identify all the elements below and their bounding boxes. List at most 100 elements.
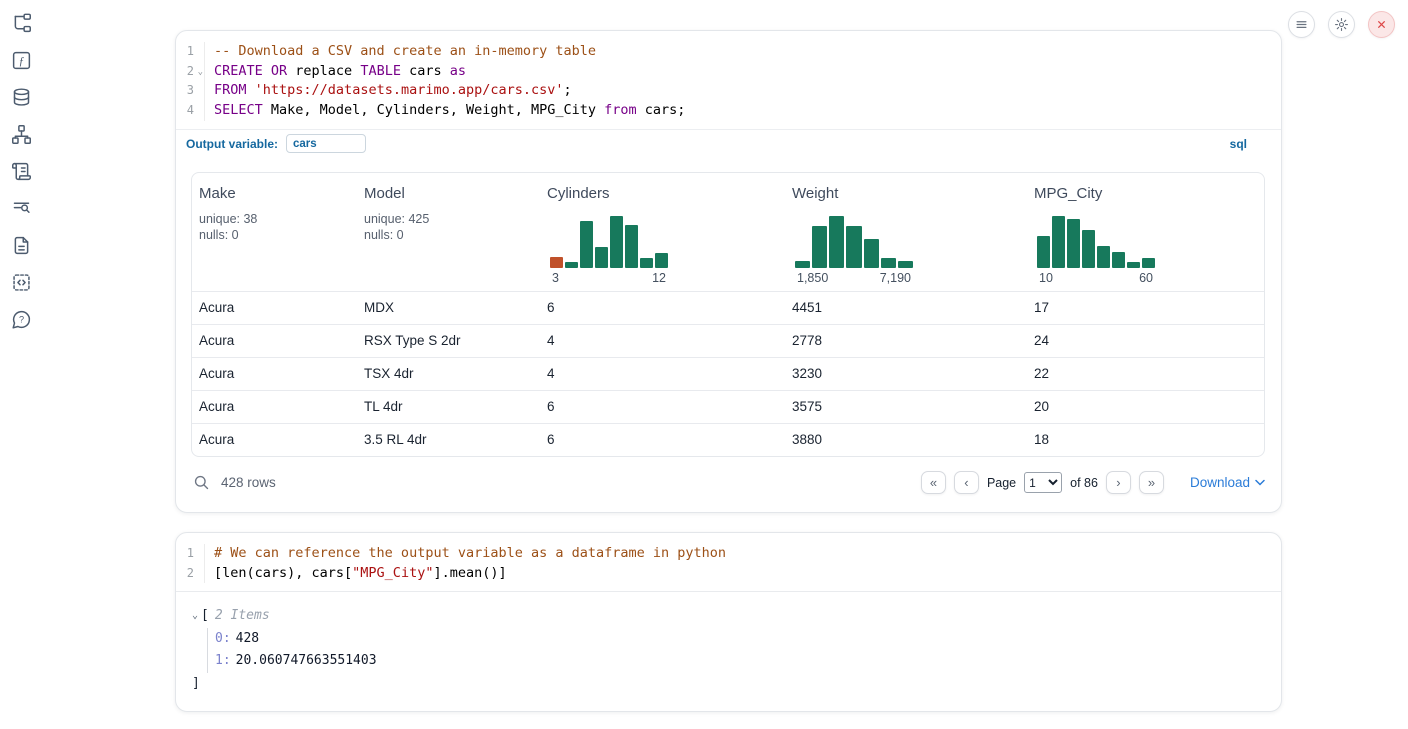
histogram-bar[interactable] xyxy=(610,216,623,268)
histogram-bar[interactable] xyxy=(1037,236,1050,268)
table-header-row: Makeunique: 38nulls: 0Modelunique: 425nu… xyxy=(192,173,1264,291)
column-header-make[interactable]: Makeunique: 38nulls: 0 xyxy=(192,173,357,291)
histogram-bar[interactable] xyxy=(1112,252,1125,268)
histogram-bar[interactable] xyxy=(595,247,608,268)
output-variable-input[interactable] xyxy=(286,134,366,153)
shutdown-button[interactable] xyxy=(1368,11,1395,38)
column-header-model[interactable]: Modelunique: 425nulls: 0 xyxy=(357,173,540,291)
column-header-mpg_city[interactable]: MPG_City 1060 xyxy=(1027,173,1265,291)
python-code-editor[interactable]: 1# We can reference the output variable … xyxy=(176,533,1281,591)
histogram-min-label: 3 xyxy=(552,271,559,285)
table-cell: Acura xyxy=(192,300,357,315)
histogram-bar[interactable] xyxy=(1097,246,1110,268)
histogram-bar[interactable] xyxy=(640,258,653,268)
histogram-bar[interactable] xyxy=(881,258,896,268)
menu-button[interactable] xyxy=(1288,11,1315,38)
histogram-bar[interactable] xyxy=(795,261,810,268)
sidebar-item-variables[interactable]: ƒ xyxy=(10,49,32,71)
first-page-button[interactable]: « xyxy=(921,471,946,494)
table-cell: Acura xyxy=(192,366,357,381)
histogram-bar[interactable] xyxy=(1127,262,1140,268)
sidebar-item-datasources[interactable] xyxy=(10,86,32,108)
code-token: TABLE xyxy=(360,63,401,79)
table-cell: TSX 4dr xyxy=(357,366,540,381)
chevron-down-icon xyxy=(1255,479,1265,486)
sidebar-item-documentation[interactable] xyxy=(10,234,32,256)
collapse-chevron-icon[interactable]: ⌄ xyxy=(192,605,198,628)
code-token: Make, Model, Cylinders, Weight, MPG_City xyxy=(263,102,604,118)
table-cell: Acura xyxy=(192,333,357,348)
table-cell: 22 xyxy=(1027,366,1265,381)
histogram-bar[interactable] xyxy=(846,226,861,268)
table-row[interactable]: Acura3.5 RL 4dr6388018 xyxy=(192,423,1264,456)
histogram-bar[interactable] xyxy=(655,253,668,268)
histogram-axis: 1060 xyxy=(1037,271,1155,285)
code-token: [len(cars), cars[ xyxy=(214,565,352,581)
table-row[interactable]: AcuraTSX 4dr4323022 xyxy=(192,357,1264,390)
settings-button[interactable] xyxy=(1328,11,1355,38)
histogram-bar[interactable] xyxy=(864,239,879,268)
language-badge[interactable]: sql xyxy=(1230,137,1247,151)
python-output: ⌄ [ 2 Items 0:4281:20.060747663551403 ] xyxy=(176,591,1281,695)
histogram-axis: 1,8507,190 xyxy=(795,271,913,285)
column-header-cylinders[interactable]: Cylinders312 xyxy=(540,173,785,291)
fold-indicator-icon[interactable]: ⌄ xyxy=(198,63,203,83)
table-cell: 17 xyxy=(1027,300,1265,315)
page-of-label: of 86 xyxy=(1070,476,1098,490)
download-button[interactable]: Download xyxy=(1190,475,1265,490)
row-count: 428 rows xyxy=(221,475,276,490)
histogram-bar[interactable] xyxy=(580,221,593,268)
table-cell: 18 xyxy=(1027,432,1265,447)
table-cell: 6 xyxy=(540,300,785,315)
last-page-button[interactable]: » xyxy=(1139,471,1164,494)
code-token xyxy=(247,82,255,98)
column-header-weight[interactable]: Weight1,8507,190 xyxy=(785,173,1027,291)
code-token: 'https://datasets.marimo.app/cars.csv' xyxy=(255,82,564,98)
histogram-bar[interactable] xyxy=(829,216,844,268)
table-row[interactable]: AcuraRSX Type S 2dr4277824 xyxy=(192,324,1264,357)
column-nulls-stat: nulls: 0 xyxy=(364,227,540,244)
tree-entry-index: 1: xyxy=(215,650,231,673)
line-number: 1 xyxy=(176,544,205,564)
tree-entry-value: 20.060747663551403 xyxy=(236,650,377,673)
sql-code-editor[interactable]: 1-- Download a CSV and create an in-memo… xyxy=(176,31,1281,129)
page-label: Page xyxy=(987,476,1016,490)
search-button[interactable] xyxy=(191,473,211,493)
line-number: 1 xyxy=(176,42,205,62)
sidebar-item-search-outputs[interactable] xyxy=(10,197,32,219)
pagination: « ‹ Page 1 of 86 › » Download xyxy=(921,471,1265,494)
line-number: 3 xyxy=(176,81,205,101)
sidebar-item-file-explorer[interactable] xyxy=(10,12,32,34)
code-line: 3 FROM 'https://datasets.marimo.app/cars.… xyxy=(176,81,1281,101)
histogram-bar[interactable] xyxy=(565,262,578,268)
histogram-bar[interactable] xyxy=(1052,216,1065,268)
sidebar-item-dependency-graph[interactable] xyxy=(10,123,32,145)
histogram-bar[interactable] xyxy=(550,257,563,268)
prev-page-button[interactable]: ‹ xyxy=(954,471,979,494)
histogram-bar[interactable] xyxy=(812,226,827,268)
code-token: "MPG_City" xyxy=(352,565,433,581)
histogram-min-label: 1,850 xyxy=(797,271,828,285)
sidebar-item-snippets[interactable] xyxy=(10,271,32,293)
histogram-bar[interactable] xyxy=(1142,258,1155,268)
histogram-bar[interactable] xyxy=(898,261,913,268)
table-row[interactable]: AcuraMDX6445117 xyxy=(192,291,1264,324)
next-page-button[interactable]: › xyxy=(1106,471,1131,494)
table-row[interactable]: AcuraTL 4dr6357520 xyxy=(192,390,1264,423)
code-token: ].mean()] xyxy=(433,565,506,581)
code-token: CREATE OR xyxy=(214,63,287,79)
bracket-open: [ xyxy=(201,605,209,628)
code-line: 1-- Download a CSV and create an in-memo… xyxy=(176,42,1281,62)
histogram-bar[interactable] xyxy=(1082,230,1095,268)
histogram xyxy=(1037,216,1155,268)
histogram-bar[interactable] xyxy=(625,225,638,268)
sidebar-item-help[interactable]: ? xyxy=(10,308,32,330)
document-icon xyxy=(11,235,32,256)
code-line: 4SELECT Make, Model, Cylinders, Weight, … xyxy=(176,101,1281,121)
column-title: MPG_City xyxy=(1034,185,1265,202)
sidebar-item-logs[interactable] xyxy=(10,160,32,182)
table-cell: 4 xyxy=(540,366,785,381)
histogram-bar[interactable] xyxy=(1067,219,1080,268)
page-select[interactable]: 1 xyxy=(1024,472,1062,493)
code-token: FROM xyxy=(214,82,247,98)
